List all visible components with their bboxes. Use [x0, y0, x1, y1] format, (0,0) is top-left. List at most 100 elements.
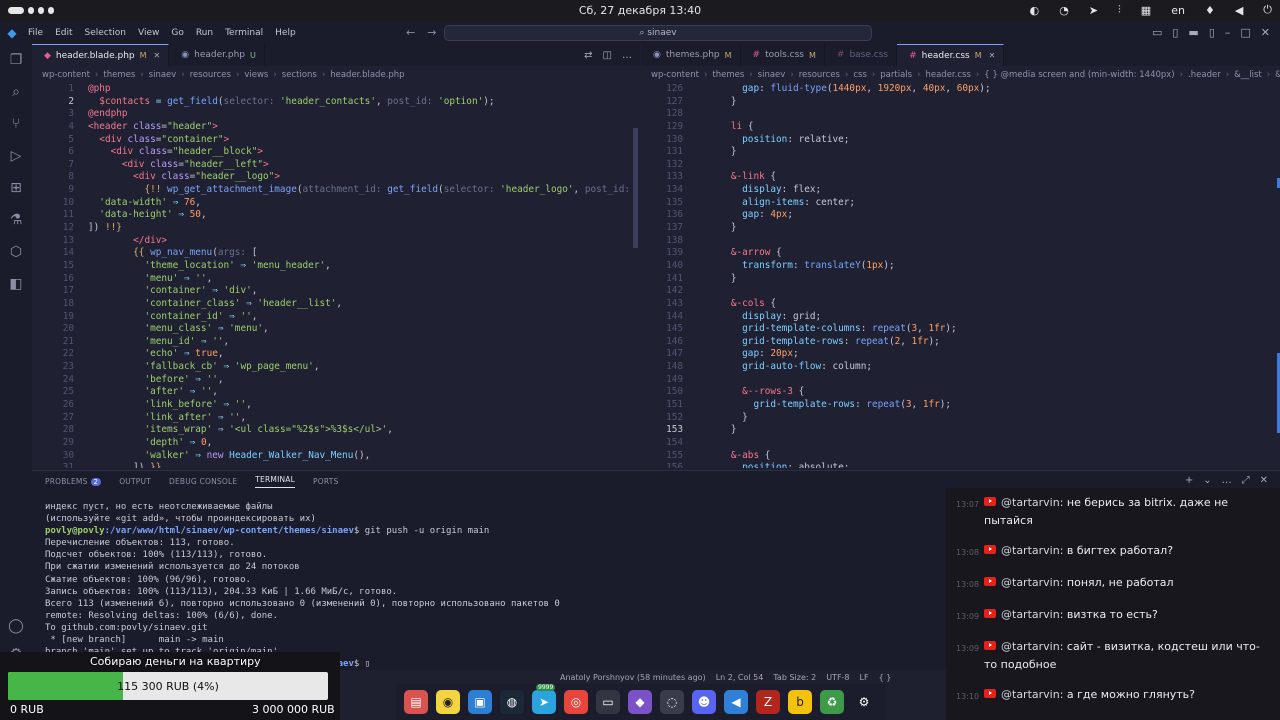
terminal-dropdown-icon[interactable]: ⌄ [1203, 475, 1211, 486]
breadcrumb-item[interactable]: partials [880, 70, 912, 80]
close-panel-icon[interactable]: ✕ [1260, 475, 1268, 486]
steam-tray-icon[interactable]: ◐ [1030, 4, 1040, 17]
update-tray-icon[interactable]: ◔ [1059, 4, 1069, 17]
breadcrumb-item[interactable]: css [853, 70, 867, 80]
telegram-icon[interactable]: ➤ 9999 [532, 684, 556, 714]
breadcrumb-item[interactable]: wp-content [42, 70, 90, 80]
run-debug-icon[interactable]: ▷ [0, 140, 32, 172]
forward-arrow-icon[interactable]: → [427, 26, 436, 39]
layout-icon[interactable]: ▭ [1152, 26, 1162, 39]
close-icon[interactable]: ✕ [1261, 26, 1270, 39]
tab-debug-console[interactable]: DEBUG CONSOLE [169, 477, 237, 486]
git-blame-status[interactable]: Anatoly Porshnyov (58 minutes ago) [560, 673, 706, 682]
compare-icon[interactable]: ⇄ [584, 50, 592, 61]
power-icon[interactable]: ⏻ [1263, 3, 1272, 17]
breadcrumb-item[interactable]: resources [799, 70, 840, 80]
breadcrumb-item[interactable]: resources [190, 70, 231, 80]
mixer-tray-icon[interactable]: ⫶ [1118, 3, 1121, 17]
code-editor-right[interactable]: 126 gap: fluid-type(1440px, 1920px, 40px… [641, 83, 1280, 468]
tab-terminal[interactable]: TERMINAL [255, 475, 295, 488]
maximize-panel-icon[interactable]: ⤢ [1242, 475, 1250, 486]
panel-toggle-icon[interactable]: ▬ [1188, 26, 1198, 39]
settings-icon[interactable]: ⚙ [852, 690, 876, 714]
steam-icon[interactable]: ◍ [500, 690, 524, 714]
menu-terminal[interactable]: Terminal [225, 28, 263, 38]
tab-output[interactable]: OUTPUT [119, 477, 151, 486]
search-icon[interactable]: ⌕ [0, 76, 32, 108]
tab-close-icon[interactable]: ✕ [989, 51, 996, 60]
secondary-sidebar-icon[interactable]: ▯ [1209, 26, 1215, 39]
menu-go[interactable]: Go [171, 28, 183, 38]
maximize-icon[interactable]: □ [1240, 26, 1250, 39]
terminal-icon[interactable]: ▭ [596, 690, 620, 714]
menu-selection[interactable]: Selection [85, 28, 126, 38]
menu-help[interactable]: Help [275, 28, 296, 38]
breadcrumb-item[interactable]: sections [282, 70, 317, 80]
docker-icon[interactable]: ◧ [0, 268, 32, 300]
tab-themes-php[interactable]: ◉ themes.php M [641, 44, 741, 66]
command-center-search[interactable]: ⌕ sinaev [444, 25, 872, 41]
breadcrumb-item[interactable]: wp-content [651, 70, 699, 80]
css-file-icon: # [752, 50, 761, 60]
sidebar-toggle-icon[interactable]: ▯ [1172, 26, 1178, 39]
cursor-position[interactable]: Ln 2, Col 54 [716, 673, 764, 682]
keyboard-tray-icon[interactable]: ▦ [1141, 4, 1151, 17]
telegram-tray-icon[interactable]: ➤ [1089, 4, 1098, 17]
files-icon[interactable]: ❐ [0, 44, 32, 76]
breadcrumb-item[interactable]: themes [712, 70, 744, 80]
chrome-icon[interactable]: ◎ [564, 690, 588, 714]
filezilla-icon[interactable]: Z [756, 690, 780, 714]
tab-header-css[interactable]: # header.css M ✕ [897, 44, 1005, 66]
language-mode[interactable]: { } [879, 673, 892, 682]
bee-icon[interactable]: b [788, 690, 812, 714]
obsidian-icon[interactable]: ◆ [628, 690, 652, 714]
breadcrumb-item[interactable]: { } @media screen and (min-width: 1440px… [984, 70, 1174, 80]
tab-header-blade-php[interactable]: ◆ header.blade.php M ✕ [32, 44, 170, 66]
source-control-icon[interactable]: ⑂ [0, 108, 32, 140]
remote-icon[interactable]: ⬡ [0, 236, 32, 268]
breadcrumb-item[interactable]: &__list [1234, 70, 1262, 80]
tab-base-css[interactable]: # base.css [825, 44, 898, 66]
microphone-icon[interactable]: ♦ [1205, 4, 1215, 17]
breadcrumb-item[interactable]: &-cols [1275, 70, 1280, 80]
code-editor-left[interactable]: 1 @php 2 $contacts = get_field(selector: … [32, 83, 640, 468]
menu-file[interactable]: File [28, 28, 43, 38]
minimize-icon[interactable]: – [1225, 26, 1231, 39]
tab-tools-css[interactable]: # tools.css M [741, 44, 825, 66]
breadcrumb-item[interactable]: header.css [925, 70, 970, 80]
tab-size-status[interactable]: Tab Size: 2 [773, 673, 816, 682]
breadcrumb-item[interactable]: sinaev [758, 70, 786, 80]
panel-more-icon[interactable]: … [1222, 475, 1232, 486]
encoding-status[interactable]: UTF-8 [826, 673, 849, 682]
tab-ports[interactable]: PORTS [313, 477, 338, 486]
language-indicator[interactable]: en [1171, 4, 1185, 17]
breadcrumb-item[interactable]: views [244, 70, 268, 80]
files-icon[interactable]: ▤ [404, 690, 428, 714]
more-actions-icon[interactable]: … [622, 50, 632, 61]
tab-header-php[interactable]: ◉ header.php U [169, 44, 265, 66]
breadcrumb-item[interactable]: .header [1188, 70, 1221, 80]
workspace-indicator[interactable] [8, 7, 54, 14]
split-editor-icon[interactable]: ◫ [603, 50, 612, 61]
finder-icon[interactable]: ▣ [468, 690, 492, 714]
eol-status[interactable]: LF [860, 673, 869, 682]
breadcrumb-item[interactable]: header.blade.php [330, 70, 404, 80]
tab-problems[interactable]: PROBLEMS 2 [45, 477, 102, 486]
breadcrumb-item[interactable]: sinaev [149, 70, 177, 80]
breadcrumb-item[interactable]: themes [103, 70, 135, 80]
back-arrow-icon[interactable]: ← [406, 26, 415, 39]
new-terminal-icon[interactable]: + [1185, 475, 1193, 486]
menu-view[interactable]: View [138, 28, 159, 38]
menu-run[interactable]: Run [196, 28, 213, 38]
tab-close-icon[interactable]: ✕ [154, 51, 161, 60]
vscode-icon[interactable]: ◀ [724, 690, 748, 714]
obs-icon[interactable]: ◉ [436, 690, 460, 714]
testing-icon[interactable]: ⚗ [0, 204, 32, 236]
extensions-icon[interactable]: ⊞ [0, 172, 32, 204]
menu-edit[interactable]: Edit [55, 28, 72, 38]
discord-icon[interactable]: ☻ [692, 690, 716, 714]
trash-icon[interactable]: ♻ [820, 690, 844, 714]
volume-icon[interactable]: ◀ [1235, 4, 1243, 17]
browser-icon[interactable]: ◌ [660, 690, 684, 714]
editor-scrollbar[interactable] [633, 128, 638, 248]
